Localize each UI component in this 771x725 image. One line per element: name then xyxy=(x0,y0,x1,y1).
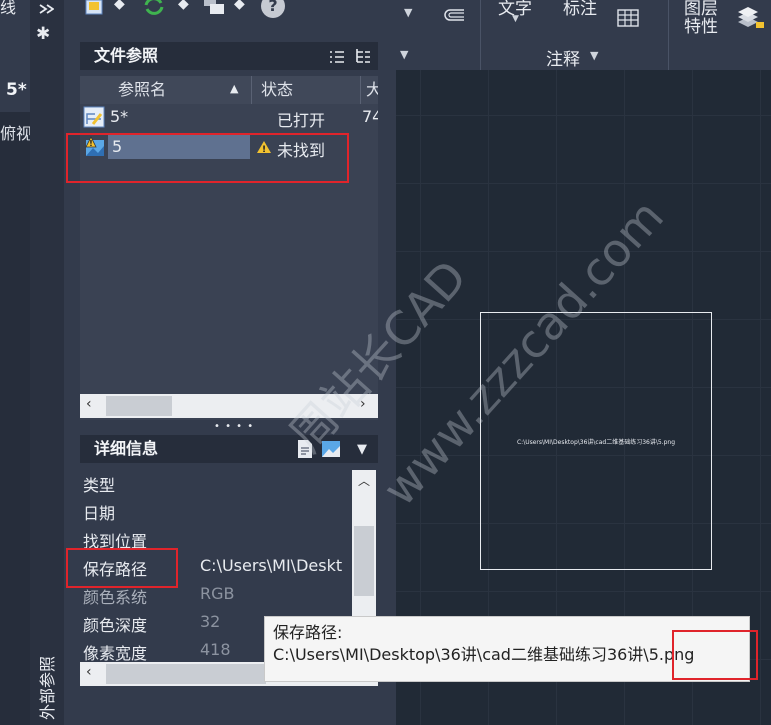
detail-value-color-depth: 32 xyxy=(200,612,221,631)
file-references-title: 文件参照 xyxy=(94,46,159,65)
ribbon-separator-2 xyxy=(668,0,669,70)
splitter-handle[interactable]: • • • • xyxy=(214,421,254,432)
scroll-up-arrow-icon[interactable]: ︿ xyxy=(358,472,370,489)
detail-value-pixel-width: 418 xyxy=(200,640,231,659)
document-tab-label: 5* xyxy=(6,80,27,100)
highlight-box-filename xyxy=(672,630,758,680)
highlight-box-row xyxy=(66,133,349,183)
detail-value-color-system: RGB xyxy=(200,584,235,603)
ribbon-separator xyxy=(480,0,481,70)
properties-gear-icon[interactable]: ✱ xyxy=(36,24,50,44)
change-path-icon[interactable] xyxy=(202,0,228,20)
sort-ascending-icon: ▲ xyxy=(230,82,239,95)
highlight-box-saved-path xyxy=(66,548,178,588)
detail-label-pixel-width: 像素宽度 xyxy=(83,644,148,663)
tooltip-path: C:\Users\MI\Desktop\36讲\cad二维基础练习36讲\5.p… xyxy=(273,645,695,664)
detail-value-saved-path[interactable]: C:\Users\MI\Deskt xyxy=(200,556,352,575)
tree-view-icon[interactable] xyxy=(355,48,371,68)
document-tab-strip xyxy=(0,70,30,725)
detail-label-date: 日期 xyxy=(83,504,116,523)
palette-vertical-title: 外部参照 xyxy=(38,655,57,720)
attach-dropdown-icon[interactable]: ◆ xyxy=(114,0,125,12)
refresh-icon[interactable] xyxy=(142,0,166,19)
list-view-icon[interactable] xyxy=(329,49,345,68)
row-name: 5* xyxy=(110,107,129,126)
vertical-scrollbar-thumb[interactable] xyxy=(354,526,374,596)
attach-dwg-icon[interactable] xyxy=(84,0,106,20)
leader-icon[interactable] xyxy=(440,6,466,28)
details-title: 详细信息 xyxy=(94,439,159,458)
details-scroll-left-arrow-icon[interactable]: ‹ xyxy=(86,664,92,680)
annotation-dropdown-icon[interactable]: ▼ xyxy=(590,49,598,62)
scrollbar-thumb[interactable] xyxy=(106,396,172,416)
details-scrollbar-thumb[interactable] xyxy=(106,664,266,684)
ribbon-partial-label: 线 xyxy=(0,0,17,17)
detail-label-type: 类型 xyxy=(83,476,116,495)
palette-title-bar xyxy=(30,0,65,725)
dwg-file-icon xyxy=(83,106,105,132)
ribbon-dropdown-icon-2[interactable]: ▼ xyxy=(400,48,408,61)
layer-props-label-2[interactable]: 特性 xyxy=(684,12,718,37)
annotation-panel-label[interactable]: 注释 xyxy=(546,45,580,70)
autohide-icon[interactable] xyxy=(38,0,55,19)
column-divider-2[interactable] xyxy=(360,76,361,104)
column-header-size[interactable]: 大 xyxy=(366,76,378,104)
scroll-left-arrow-icon[interactable]: ‹ xyxy=(86,396,92,412)
column-header-name[interactable]: 参照名 xyxy=(118,76,167,104)
column-divider[interactable] xyxy=(251,76,252,104)
row-status: 已打开 xyxy=(277,111,326,130)
image-path-label: C:\Users\MI\Desktop\36讲\cad二维基础练习36讲\5.p… xyxy=(516,439,676,446)
layers-icon[interactable] xyxy=(735,6,765,34)
view-label[interactable]: 俯视 xyxy=(0,120,32,144)
dimension-button-label[interactable]: 标注 xyxy=(563,0,597,19)
table-icon[interactable] xyxy=(617,9,639,31)
text-dropdown-icon[interactable]: ▼ xyxy=(512,14,519,24)
detail-label-color-depth: 颜色深度 xyxy=(83,616,148,635)
document-tab[interactable]: 5* xyxy=(0,70,30,112)
details-dropdown-icon[interactable]: ▼ xyxy=(357,442,367,457)
row-size: 74 xyxy=(362,107,378,126)
tooltip-label: 保存路径: xyxy=(273,623,343,642)
refresh-dropdown-icon[interactable]: ◆ xyxy=(178,0,189,12)
column-header-status[interactable]: 状态 xyxy=(261,76,294,104)
change-path-dropdown-icon[interactable]: ◆ xyxy=(234,0,245,12)
ribbon-dropdown-icon[interactable]: ▼ xyxy=(404,6,412,19)
